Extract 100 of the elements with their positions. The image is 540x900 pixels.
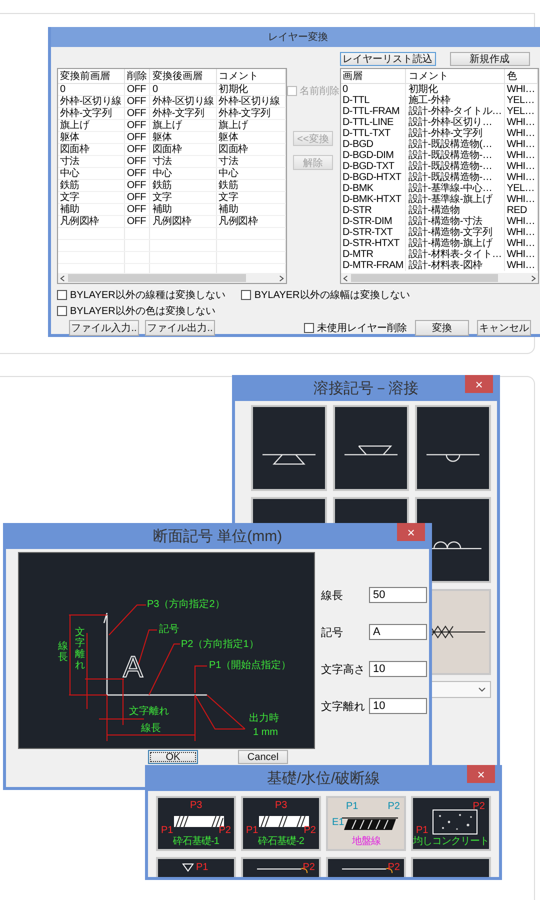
table-cell: 0 [150, 84, 216, 96]
table-cell: D-BGD [340, 139, 406, 150]
table-cell: 外枠-文字列 [150, 108, 216, 120]
window-title: レイヤー変換 [268, 30, 328, 44]
point-label: P2 [302, 863, 315, 873]
tile-caption: 地盤線 [350, 836, 382, 847]
dialog-button[interactable]: Cancel [238, 750, 288, 764]
table-cell: 設計-外枠-区切り… [406, 117, 504, 128]
table-cell: YEL… [504, 106, 538, 117]
column-header[interactable]: 削除 [124, 69, 150, 84]
table-cell: 設計-構造物-寸法 [406, 216, 504, 227]
weld-symbol-drawing [262, 454, 316, 465]
column-header[interactable]: 変換後画層 [150, 69, 216, 84]
symbol-tile[interactable]: P3 P1 P2 砕石基礎-1 [156, 796, 236, 851]
table-cell: 寸法 [216, 156, 285, 168]
checkbox-label: BYLAYER以外の色は変換しない [70, 304, 216, 318]
cancel-button[interactable]: キャンセル [477, 320, 531, 336]
diagram-label: 1 mm [253, 727, 278, 738]
table-cell: 鉄筋 [150, 180, 216, 192]
table-cell: 設計-既設構造物-… [406, 161, 504, 172]
table-cell: 設計-材料表-タイト… [406, 249, 504, 260]
symbol-letter: A [123, 653, 144, 683]
table-cell: 凡例図枠 [58, 216, 124, 228]
table-cell: OFF [124, 216, 150, 228]
scroll-left-icon[interactable] [342, 274, 348, 282]
table-cell: WHI… [504, 249, 538, 260]
point-label: P3 [275, 801, 288, 811]
table-cell: D-MTR-FRAM [340, 260, 406, 271]
table-cell: 補助 [150, 204, 216, 216]
table-cell: 初期化 [216, 84, 285, 96]
table-cell: 中心 [216, 168, 285, 180]
table-cell: WHI… [504, 161, 538, 172]
table-cell: 設計-構造物-旗上げ [406, 238, 504, 249]
scrollbar[interactable] [340, 273, 538, 283]
file-button[interactable]: ファイル出力.. [145, 320, 215, 336]
table-cell: OFF [124, 96, 150, 108]
close-button[interactable]: × [397, 523, 425, 541]
column-header[interactable]: コメント [216, 69, 285, 84]
file-button[interactable]: ファイル入力.. [69, 320, 139, 336]
table-cell: WHI… [504, 117, 538, 128]
table-cell: 0 [340, 84, 406, 95]
table-cell: 初期化 [406, 84, 504, 95]
column-header[interactable]: 画層 [340, 69, 406, 84]
close-button[interactable]: × [465, 375, 493, 393]
table-cell: WHI… [504, 84, 538, 95]
table-cell: 鉄筋 [216, 180, 285, 192]
point-label: P3 [190, 801, 202, 811]
scroll-left-icon[interactable] [60, 274, 65, 282]
table-cell: D-BGD-HTXT [340, 172, 406, 183]
table-cell: 0 [58, 84, 124, 96]
table-cell: OFF [124, 144, 150, 156]
symbol-tile[interactable]: P2 P1 均しコンクリート [411, 796, 491, 851]
checkbox[interactable] [241, 290, 252, 300]
checkbox[interactable] [57, 306, 67, 316]
dimension-label: 線長 [58, 641, 68, 663]
table-cell: 中心 [58, 168, 124, 180]
column-header[interactable]: 色 [504, 69, 538, 84]
table-cell: 凡例図枠 [216, 216, 285, 228]
scrollbar[interactable] [58, 273, 286, 283]
column-header[interactable]: コメント [406, 69, 504, 84]
symbol-tile[interactable] [415, 405, 491, 491]
convert-button[interactable]: 変換 [415, 320, 469, 336]
table-cell: 文字 [58, 192, 124, 204]
point-label: E1 [332, 818, 344, 828]
input-field[interactable]: 10 [369, 661, 427, 677]
checkbox[interactable] [304, 323, 314, 333]
input-field[interactable]: 50 [369, 587, 427, 603]
table-cell: 補助 [58, 204, 124, 216]
symbol-tile[interactable]: P3 P1 P2 砕石基礎-2 [241, 796, 321, 851]
weld-symbol-drawing [344, 446, 398, 456]
symbol-tile[interactable]: P2 [326, 857, 406, 877]
column-header[interactable]: 変換前画層 [58, 69, 124, 84]
table-cell: 図面枠 [150, 144, 216, 156]
symbol-tile[interactable]: P1 [156, 857, 236, 877]
table-cell: OFF [124, 84, 150, 96]
table-cell: OFF [124, 120, 150, 132]
input-field[interactable]: 10 [369, 698, 427, 714]
scroll-right-icon[interactable] [278, 274, 284, 282]
symbol-tile[interactable]: P2 [241, 857, 321, 877]
table-cell: WHI… [504, 216, 538, 227]
input-field[interactable]: A [369, 624, 427, 640]
load-list-button[interactable]: レイヤーリスト読込 [340, 52, 436, 66]
table-cell: 旗上げ [216, 120, 285, 132]
dialog-button[interactable]: OK [148, 750, 198, 764]
new-button[interactable]: 新規作成 [450, 52, 530, 66]
table-cell: D-TTL-FRAM [340, 106, 406, 117]
foundation-drawing [259, 816, 309, 828]
close-button[interactable]: × [467, 765, 495, 783]
diagram-label: P1（開始点指定） [209, 660, 292, 671]
symbol-tile[interactable] [333, 405, 409, 491]
table-cell: 設計-構造物 [406, 205, 504, 216]
table-cell: 躯体 [216, 132, 285, 144]
table-cell: 外枠-文字列 [58, 108, 124, 120]
checkbox[interactable] [57, 290, 67, 300]
symbol-tile[interactable] [251, 405, 327, 491]
table-cell: D-BGD-DIM [340, 150, 406, 161]
checkbox-label: BYLAYER以外の線種は変換しない [70, 288, 226, 302]
point-label: P2 [304, 826, 316, 836]
point-label: P2 [388, 802, 400, 812]
scroll-right-icon[interactable] [531, 274, 536, 282]
